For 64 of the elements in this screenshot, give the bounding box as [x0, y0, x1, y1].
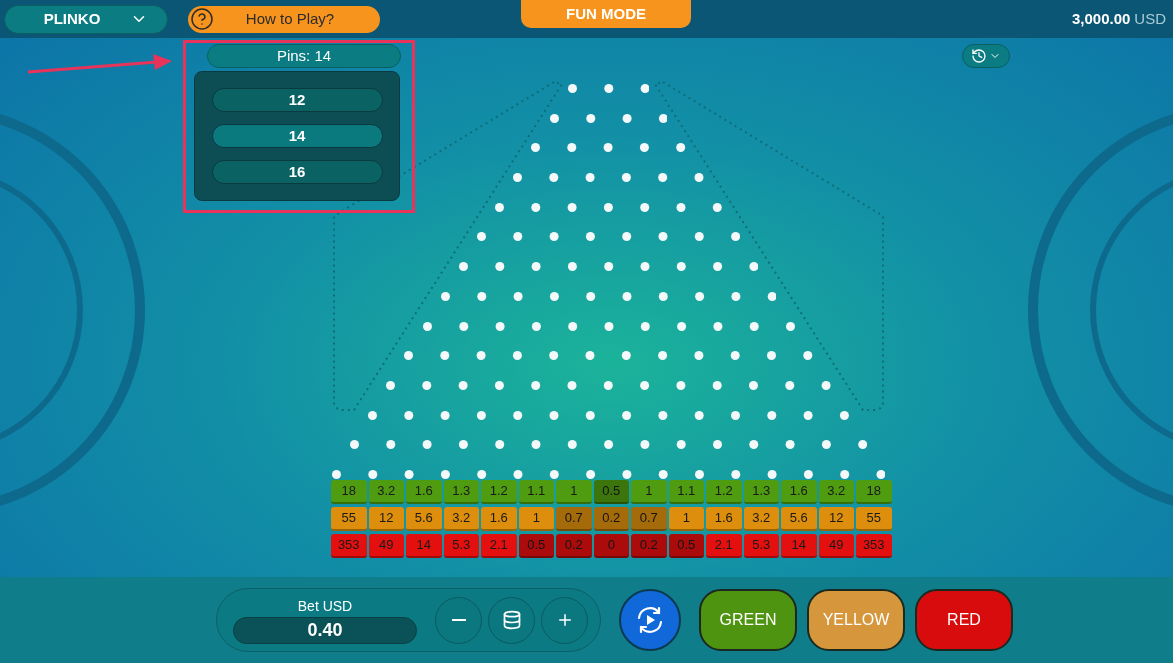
multiplier-cell: 1.6 — [706, 507, 742, 531]
coins-button[interactable] — [488, 596, 535, 644]
multiplier-cell: 1 — [631, 480, 667, 504]
multiplier-cell: 3.2 — [368, 480, 404, 504]
multiplier-cell: 1 — [668, 507, 704, 531]
multiplier-cell: 0.2 — [631, 534, 667, 558]
multiplier-cell: 12 — [818, 507, 854, 531]
balance-amount: 3,000.00 — [1071, 8, 1131, 29]
multiplier-cell: 1.2 — [481, 480, 517, 504]
multiplier-cell: 2.1 — [481, 534, 517, 558]
multiplier-cell: 5.6 — [781, 507, 817, 531]
multiplier-cell: 1.1 — [518, 480, 554, 504]
multiplier-cell: 14 — [406, 534, 442, 558]
multiplier-cell: 0.7 — [631, 507, 667, 531]
multiplier-cell: 55 — [856, 507, 892, 531]
multiplier-cell: 0.7 — [556, 507, 592, 531]
multiplier-cell: 0.5 — [668, 534, 704, 558]
multiplier-cell: 49 — [818, 534, 854, 558]
multiplier-cell: 353 — [856, 534, 892, 558]
multiplier-cell: 0.5 — [593, 480, 629, 504]
multiplier-cell: 1.6 — [481, 507, 517, 531]
history-button[interactable] — [962, 44, 1010, 68]
multiplier-cell: 3.2 — [743, 507, 779, 531]
mode-badge: FUN MODE — [521, 0, 691, 28]
pins-option[interactable]: 12 — [211, 88, 383, 112]
multiplier-cell: 18 — [331, 480, 367, 504]
history-icon — [971, 48, 987, 64]
bet-label: Bet USD — [297, 597, 353, 616]
color-bet-button[interactable]: GREEN — [699, 589, 797, 651]
multiplier-cell: 0.2 — [556, 534, 592, 558]
multiplier-cell: 2.1 — [706, 534, 742, 558]
multiplier-cell: 1.3 — [743, 480, 779, 504]
multiplier-cell: 1.6 — [781, 480, 817, 504]
pins-selector[interactable]: Pins: 14 — [207, 44, 401, 68]
multiplier-cell: 1.2 — [706, 480, 742, 504]
pins-option[interactable]: 16 — [211, 160, 383, 184]
multiplier-cell: 3.2 — [818, 480, 854, 504]
pins-option[interactable]: 14 — [211, 124, 383, 148]
multiplier-cell: 1.1 — [668, 480, 704, 504]
help-button[interactable]: How to Play? — [188, 5, 380, 33]
color-bet-button[interactable]: RED — [915, 589, 1013, 651]
multiplier-cell: 49 — [368, 534, 404, 558]
coin-stack-icon — [501, 610, 522, 630]
multiplier-cell: 353 — [331, 534, 367, 558]
multiplier-cell: 1.3 — [443, 480, 479, 504]
multiplier-cell: 1 — [518, 507, 554, 531]
multiplier-cell: 0 — [593, 534, 629, 558]
multiplier-cell: 12 — [368, 507, 404, 531]
multiplier-cell: 5.3 — [443, 534, 479, 558]
multiplier-cell: 55 — [331, 507, 367, 531]
minus-icon — [451, 619, 466, 621]
multiplier-cell: 5.6 — [406, 507, 442, 531]
multiplier-cell: 3.2 — [443, 507, 479, 531]
game-menu[interactable]: PLINKO — [4, 4, 168, 34]
multiplier-cell: 18 — [856, 480, 892, 504]
help-icon — [190, 7, 214, 31]
bet-amount-field[interactable]: 0.40 — [233, 617, 417, 644]
multiplier-cell: 1.6 — [406, 480, 442, 504]
multiplier-cell: 1 — [556, 480, 592, 504]
multiplier-cell: 0.5 — [518, 534, 554, 558]
multiplier-cell: 5.3 — [743, 534, 779, 558]
multiplier-cell: 14 — [781, 534, 817, 558]
multiplier-cell: 0.2 — [593, 507, 629, 531]
balance-currency: USD — [1134, 8, 1166, 29]
